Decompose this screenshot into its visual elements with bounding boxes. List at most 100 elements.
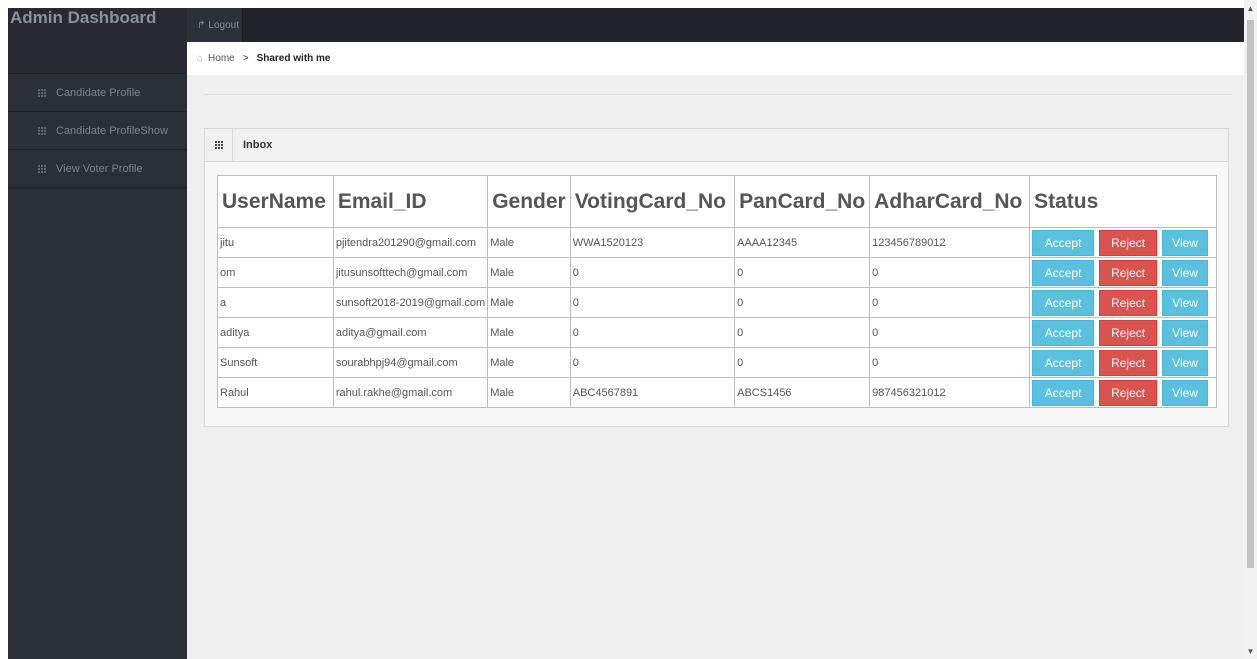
header-votingcard: VotingCard_No bbox=[569, 175, 736, 228]
cell-status: Accept Reject View bbox=[1029, 377, 1217, 408]
view-button[interactable]: View bbox=[1162, 379, 1209, 406]
accept-button[interactable]: Accept bbox=[1032, 349, 1095, 376]
table-header-row: UserName Email_ID Gender VotingCard_No P… bbox=[217, 175, 1217, 228]
cell-status: Accept Reject View bbox=[1029, 257, 1217, 288]
table-row: jitu pjitendra201290@gmail.com Male WWA1… bbox=[217, 227, 1217, 258]
reject-button[interactable]: Reject bbox=[1099, 229, 1158, 256]
header-gender: Gender bbox=[487, 175, 571, 228]
reject-button[interactable]: Reject bbox=[1099, 379, 1158, 406]
brand-title[interactable]: Admin Dashboard bbox=[10, 8, 187, 27]
scroll-up-icon[interactable]: ▲ bbox=[1244, 2, 1257, 16]
cell-pancard: ABCS1456 bbox=[734, 377, 871, 408]
cell-gender: Male bbox=[487, 317, 571, 348]
cell-username: aditya bbox=[217, 317, 334, 348]
cell-pancard: AAAA12345 bbox=[734, 227, 871, 258]
breadcrumb-home[interactable]: Home bbox=[208, 53, 235, 64]
scroll-down-icon[interactable]: ▼ bbox=[1244, 645, 1257, 659]
app-viewport: Admin Dashboard Candidate Profile Candid… bbox=[8, 8, 1244, 659]
cell-pancard: 0 bbox=[734, 317, 871, 348]
grid-icon bbox=[38, 164, 46, 173]
sidebar-item-label: View Voter Profile bbox=[56, 162, 143, 175]
cell-pancard: 0 bbox=[734, 347, 871, 378]
header-username: UserName bbox=[217, 175, 334, 228]
accept-button[interactable]: Accept bbox=[1032, 259, 1095, 286]
voter-table: UserName Email_ID Gender VotingCard_No P… bbox=[217, 175, 1217, 408]
sidebar-item-view-voter-profile[interactable]: View Voter Profile bbox=[8, 150, 187, 188]
cell-username: om bbox=[217, 257, 334, 288]
cell-gender: Male bbox=[487, 287, 571, 318]
inbox-panel: Inbox UserName Email_ID Gender VotingCar… bbox=[204, 128, 1229, 427]
breadcrumb: ⌂ Home > Shared with me bbox=[187, 42, 1244, 75]
share-arrow-icon: ↱ bbox=[197, 19, 206, 31]
top-navbar: ↱ Logout bbox=[187, 8, 1244, 42]
grid-icon bbox=[214, 141, 223, 149]
cell-gender: Male bbox=[487, 377, 571, 408]
reject-button[interactable]: Reject bbox=[1099, 259, 1158, 286]
view-button[interactable]: View bbox=[1162, 349, 1209, 376]
cell-email: aditya@gmail.com bbox=[332, 317, 489, 348]
table-row: om jitusunsofttech@gmail.com Male 0 0 0 … bbox=[217, 257, 1217, 288]
reject-button[interactable]: Reject bbox=[1099, 289, 1158, 316]
table-row: Rahul rahul.rakhe@gmail.com Male ABC4567… bbox=[217, 377, 1217, 408]
cell-adharcard: 0 bbox=[869, 317, 1031, 348]
accept-button[interactable]: Accept bbox=[1032, 379, 1095, 406]
cell-votingcard: 0 bbox=[569, 287, 736, 318]
cell-votingcard: 0 bbox=[569, 317, 736, 348]
breadcrumb-separator: > bbox=[242, 53, 249, 64]
brand: Admin Dashboard bbox=[8, 8, 187, 74]
cell-votingcard: 0 bbox=[569, 347, 736, 378]
cell-votingcard: WWA1520123 bbox=[569, 227, 736, 258]
sidebar-item-label: Candidate ProfileShow bbox=[56, 124, 168, 137]
cell-status: Accept Reject View bbox=[1029, 227, 1217, 258]
panel-header: Inbox bbox=[205, 128, 1228, 162]
cell-votingcard: 0 bbox=[569, 257, 736, 288]
cell-gender: Male bbox=[487, 347, 571, 378]
cell-status: Accept Reject View bbox=[1029, 347, 1217, 378]
scrollbar-thumb[interactable] bbox=[1247, 20, 1254, 568]
reject-button[interactable]: Reject bbox=[1099, 349, 1158, 376]
view-button[interactable]: View bbox=[1162, 289, 1209, 316]
cell-status: Accept Reject View bbox=[1029, 317, 1217, 348]
accept-button[interactable]: Accept bbox=[1032, 229, 1095, 256]
table-row: a sunsoft2018-2019@gmail.com Male 0 0 0 … bbox=[217, 287, 1217, 318]
cell-status: Accept Reject View bbox=[1029, 287, 1217, 318]
page-scrollbar[interactable]: ▲ ▼ bbox=[1244, 0, 1257, 659]
reject-button[interactable]: Reject bbox=[1099, 319, 1158, 346]
header-pancard: PanCard_No bbox=[734, 175, 871, 228]
content-divider bbox=[204, 94, 1232, 95]
cell-pancard: 0 bbox=[734, 287, 871, 318]
header-adharcard: AdharCard_No bbox=[869, 175, 1031, 228]
accept-button[interactable]: Accept bbox=[1032, 289, 1095, 316]
sidebar-item-candidate-profile[interactable]: Candidate Profile bbox=[8, 74, 187, 112]
panel-icon-box bbox=[205, 128, 233, 162]
cell-username: Rahul bbox=[217, 377, 334, 408]
cell-username: Sunsoft bbox=[217, 347, 334, 378]
logout-button[interactable]: ↱ Logout bbox=[187, 8, 243, 42]
cell-gender: Male bbox=[487, 257, 571, 288]
accept-button[interactable]: Accept bbox=[1032, 319, 1095, 346]
view-button[interactable]: View bbox=[1162, 229, 1209, 256]
cell-email: rahul.rakhe@gmail.com bbox=[332, 377, 489, 408]
view-button[interactable]: View bbox=[1162, 319, 1209, 346]
cell-email: pjitendra201290@gmail.com bbox=[332, 227, 489, 258]
table-row: Sunsoft sourabhpj94@gmail.com Male 0 0 0… bbox=[217, 347, 1217, 378]
sidebar-item-label: Candidate Profile bbox=[56, 86, 141, 99]
grid-icon bbox=[38, 126, 46, 135]
cell-adharcard: 0 bbox=[869, 257, 1031, 288]
panel-title: Inbox bbox=[243, 139, 273, 151]
cell-username: jitu bbox=[217, 227, 334, 258]
header-status: Status bbox=[1029, 175, 1217, 228]
sidebar: Admin Dashboard Candidate Profile Candid… bbox=[8, 8, 187, 659]
breadcrumb-current: Shared with me bbox=[256, 53, 331, 64]
cell-votingcard: ABC4567891 bbox=[569, 377, 736, 408]
cell-adharcard: 0 bbox=[869, 347, 1031, 378]
home-icon: ⌂ bbox=[197, 53, 204, 64]
grid-icon bbox=[38, 88, 46, 97]
cell-email: jitusunsofttech@gmail.com bbox=[332, 257, 489, 288]
sidebar-item-candidate-profileshow[interactable]: Candidate ProfileShow bbox=[8, 112, 187, 150]
cell-adharcard: 987456321012 bbox=[869, 377, 1031, 408]
cell-gender: Male bbox=[487, 227, 571, 258]
cell-email: sunsoft2018-2019@gmail.com bbox=[332, 287, 489, 318]
cell-username: a bbox=[217, 287, 334, 318]
view-button[interactable]: View bbox=[1162, 259, 1209, 286]
